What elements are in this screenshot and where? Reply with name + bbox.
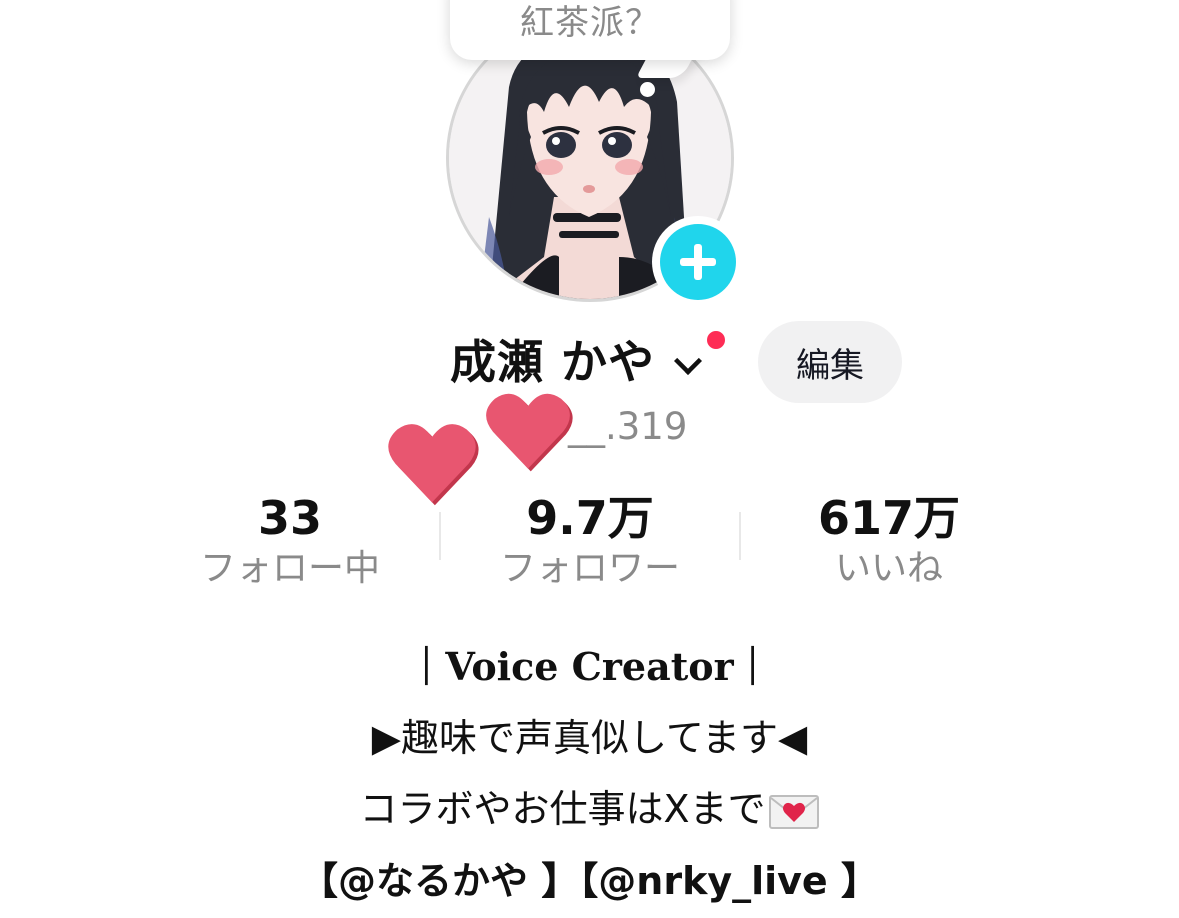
edit-profile-button[interactable]: 編集 [758, 321, 902, 403]
followers-stat[interactable]: 9.7万 フォロワー [460, 490, 720, 592]
likes-label: いいね [834, 548, 943, 589]
add-story-button[interactable] [652, 216, 744, 308]
likes-count: 617万 [817, 491, 961, 545]
heart-icon [486, 393, 573, 472]
bio-line-title: ｜Voice Creator｜ [407, 644, 772, 689]
likes-stat[interactable]: 617万 いいね [759, 490, 1019, 592]
heart-icon [388, 424, 479, 506]
stat-divider [439, 512, 441, 560]
love-letter-icon [768, 794, 819, 829]
status-note-text: 紅茶派？ [520, 3, 660, 43]
status-note-bubble[interactable]: 紅茶派？ [450, 0, 730, 60]
plus-icon [660, 224, 736, 300]
followers-count: 9.7万 [526, 491, 654, 545]
followers-label: フォロワー [499, 548, 680, 589]
bio-line-contact: コラボやお仕事はXまで [0, 778, 1179, 833]
following-count: 33 [257, 491, 322, 545]
bio-contact-text: コラボやお仕事はXまで [359, 787, 766, 831]
stat-divider [739, 512, 741, 560]
following-stat[interactable]: 33 フォロー中 [160, 490, 420, 592]
bio-line-hobby: ▶趣味で声真似してます◀ [371, 716, 808, 760]
chevron-down-icon[interactable] [673, 346, 703, 376]
notification-dot [704, 328, 728, 352]
display-name: 成瀬 かや [450, 335, 656, 389]
bubble-dot [640, 82, 655, 97]
bio-line-links[interactable]: 【@なるかや 】【@nrky_live 】 [0, 850, 1179, 905]
following-label: フォロー中 [199, 548, 380, 589]
username: __.319 [568, 405, 688, 448]
